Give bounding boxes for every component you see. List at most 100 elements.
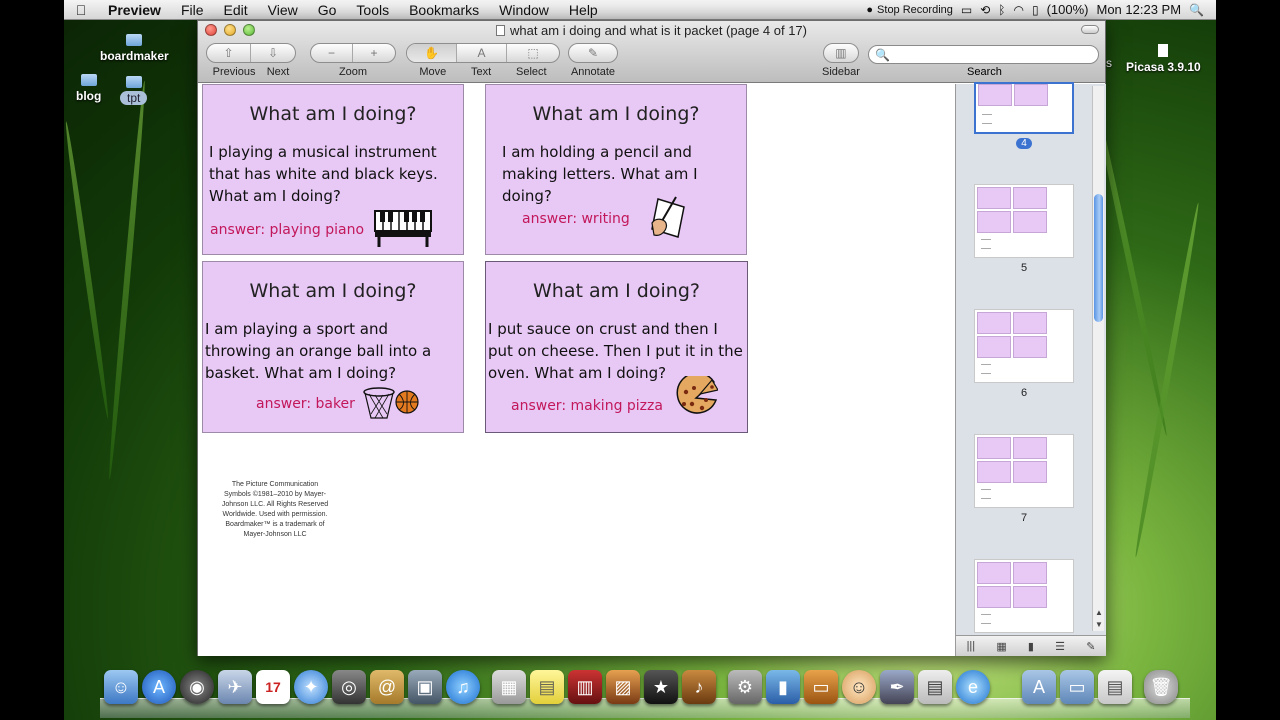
stickies-icon[interactable]: ▤ [530,670,564,704]
documents-folder-icon[interactable]: ▭ [1060,670,1094,704]
thumbnail-page-5[interactable] [974,184,1074,258]
desktop-icon-blog[interactable]: blog [76,74,101,103]
arrow-up-icon: ⇧ [223,46,234,60]
next-button[interactable]: ⇩ [251,44,295,62]
stop-recording-button[interactable]: ● Stop Recording [866,4,952,16]
writing-hand-icon [651,196,685,238]
scroll-down-icon[interactable]: ▼ [1093,620,1105,630]
menu-bookmarks[interactable]: Bookmarks [399,2,489,18]
display-icon[interactable]: ▭ [961,3,972,17]
ical-icon[interactable]: 17 [256,670,290,704]
desktop-icon-picasa[interactable]: Picasa 3.9.10 [1126,44,1201,74]
text-tool-button[interactable]: A [457,44,507,62]
desktop-icon-tpt[interactable]: tpt [120,76,148,105]
menu-view[interactable]: View [258,2,308,18]
slideshow-icon[interactable]: ▭ [804,670,838,704]
copyright-notice: The Picture Communication Symbols ©1981–… [221,481,329,538]
sidebar-view-controls: ||| ▦ ▮ ☰ ✎ [956,635,1106,656]
plus-icon: + [370,46,378,60]
thumbnail-page-8[interactable] [974,559,1074,633]
menu-tools[interactable]: Tools [346,2,399,18]
zoom-out-button[interactable]: − [311,44,353,62]
scrollbar-thumb[interactable] [1094,194,1103,322]
card-body: I am playing a sport and throwing an ora… [205,320,432,382]
system-preferences-icon[interactable]: ⚙ [728,670,762,704]
previous-button[interactable]: ⇧ [207,44,251,62]
minus-icon: − [327,46,335,60]
safari-icon[interactable]: ✦ [294,670,328,704]
sidebar-button[interactable]: ▥ [824,44,858,62]
character-icon[interactable]: ☺ [842,670,876,704]
file-icon [1158,44,1169,57]
script-editor-icon[interactable]: ✒ [880,670,914,704]
menu-app-preview[interactable]: Preview [98,2,171,18]
folder-icon [125,76,142,88]
prev-next-group: ⇧ ⇩ Previous Next [206,43,296,78]
mail-icon[interactable]: ✈ [218,670,252,704]
wifi-icon[interactable]: ◠ [1013,3,1023,17]
itunes-icon[interactable]: ♫ [446,670,480,704]
folder-icon [80,74,97,86]
preview-app-icon[interactable]: ▨ [606,670,640,704]
card-body: I am holding a pencil and making letters… [502,143,698,205]
finder-icon[interactable]: ☺ [104,670,138,704]
select-icon: ⬚ [527,46,539,60]
text-tool-icon: A [477,46,486,60]
document-page[interactable]: What am I doing? I playing a musical ins… [198,84,955,656]
imovie-icon[interactable]: ★ [644,670,678,704]
list-view-icon[interactable]: ☰ [1055,640,1065,653]
toolbar-toggle-button[interactable] [1081,25,1099,34]
menu-file[interactable]: File [171,2,214,18]
annotate-label: Annotate [570,66,616,78]
scroll-up-icon[interactable]: ▲ [1093,608,1105,618]
facetime-icon[interactable]: ◎ [332,670,366,704]
annotate-button[interactable]: ✎ [569,44,617,62]
thumbnail-page-4[interactable] [974,82,1074,134]
garageband-icon[interactable]: ♪ [682,670,716,704]
sidebar-icon: ▥ [835,46,847,60]
card-title: What am I doing? [532,103,700,125]
dashboard-icon[interactable]: ◉ [180,670,214,704]
menu-go[interactable]: Go [308,2,347,18]
bluetooth-icon[interactable]: ᛒ [998,3,1005,17]
zoom-group: − + Zoom [310,43,396,78]
battery-icon[interactable]: ▯ [1032,3,1039,17]
text-label: Text [471,66,492,78]
select-tool-button[interactable]: ⬚ [507,44,559,62]
menu-window[interactable]: Window [489,2,559,18]
search-icon: 🔍 [875,47,890,62]
menu-help[interactable]: Help [559,2,608,18]
next-label: Next [266,66,290,78]
thumbnail-view-icon[interactable]: ▮ [1028,640,1034,653]
apple-menu-icon[interactable]:  [64,2,98,18]
applications-folder-icon[interactable]: A [1022,670,1056,704]
menu-edit[interactable]: Edit [214,2,258,18]
thumbnail-page-7[interactable] [974,434,1074,508]
sidebar-scrollbar[interactable]: ▲ ▼ [1092,86,1104,631]
desktop-icon-boardmaker[interactable]: boardmaker [100,34,169,63]
contact-sheet-icon[interactable]: ▦ [996,640,1006,653]
photo-booth-icon[interactable]: ▥ [568,670,602,704]
iphoto-icon[interactable]: ▣ [408,670,442,704]
app-store-icon[interactable]: A [142,670,176,704]
menubar-clock[interactable]: Mon 12:23 PM [1097,2,1182,17]
spotlight-icon[interactable]: 🔍 [1189,3,1204,17]
resize-grip-icon[interactable]: ||| [967,640,976,652]
zoom-in-button[interactable]: + [353,44,395,62]
address-book-icon[interactable]: @ [370,670,404,704]
trash-icon[interactable]: 🗑 [1144,670,1178,704]
record-icon: ● [866,3,874,16]
pen-icon[interactable]: ✎ [1086,640,1095,653]
thumbnail-page-6[interactable] [974,309,1074,383]
annotate-group: ✎ Annotate [568,43,618,78]
window-title: what am i doing and what is it packet (p… [198,23,1105,38]
internet-explorer-icon[interactable]: e [956,670,990,704]
move-tool-button[interactable]: ✋ [407,44,457,62]
search-field[interactable]: 🔍 [868,45,1099,64]
calculator-icon[interactable]: ▦ [492,670,526,704]
downloads-stack-icon[interactable]: ▤ [1098,670,1132,704]
keynote-icon[interactable]: ▮ [766,670,800,704]
basketball-hoop-icon [363,387,419,419]
documents-icon[interactable]: ▤ [918,670,952,704]
time-machine-icon[interactable]: ⟲ [980,3,990,17]
